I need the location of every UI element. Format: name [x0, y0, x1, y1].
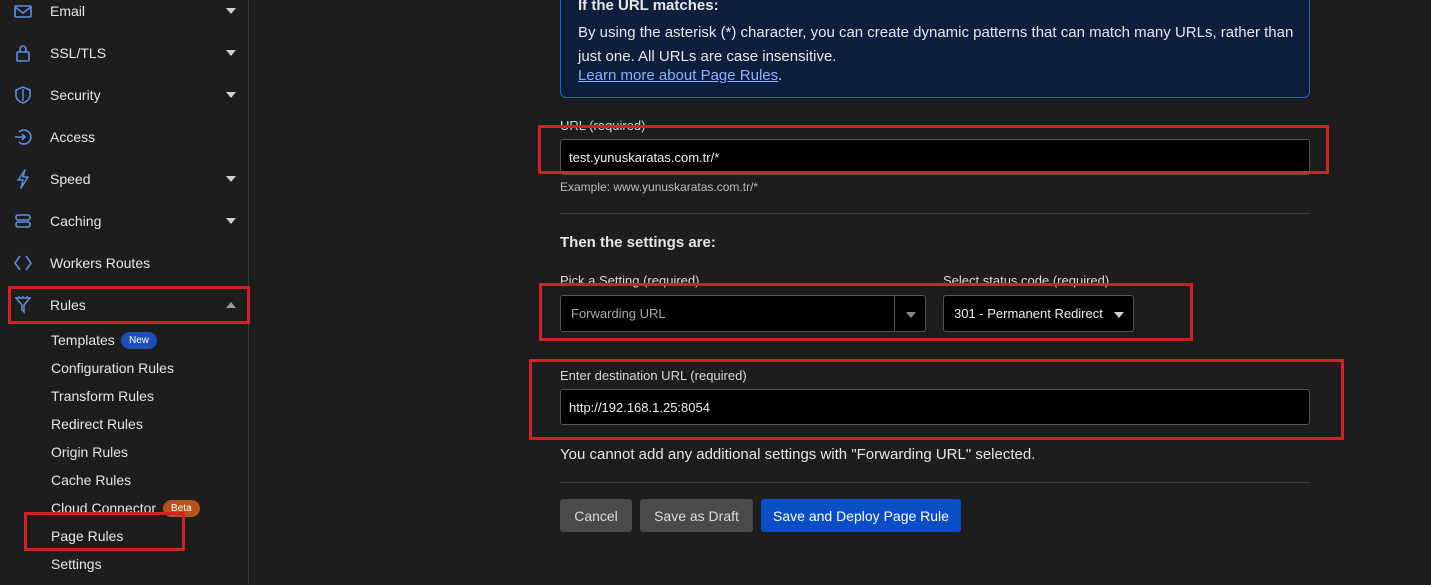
chevron-down-icon: [906, 312, 916, 318]
sidebar-subitem-redirect-rules[interactable]: Redirect Rules: [51, 414, 143, 434]
sidebar: Email SSL/TLS Security Access Speed Cach…: [0, 0, 249, 585]
email-icon: [12, 0, 34, 22]
sidebar-subitem-cache-rules[interactable]: Cache Rules: [51, 470, 131, 490]
destination-label: Enter destination URL (required): [560, 368, 747, 383]
info-title: If the URL matches:: [578, 0, 719, 14]
sidebar-subitem-configuration-rules[interactable]: Configuration Rules: [51, 358, 174, 378]
access-icon: [12, 126, 34, 148]
lightning-icon: [12, 168, 34, 190]
sidebar-subitem-label: Page Rules: [51, 528, 124, 544]
chevron-down-icon: [226, 176, 236, 182]
sidebar-item-label: Access: [50, 129, 96, 145]
sidebar-item-label: Speed: [50, 171, 91, 187]
sidebar-subitem-label: Redirect Rules: [51, 416, 143, 432]
database-icon: [12, 210, 34, 232]
status-label: Select status code (required): [943, 273, 1110, 288]
sidebar-subitem-templates[interactable]: Templates: [51, 330, 115, 350]
settings-title: Then the settings are:: [560, 234, 716, 251]
sidebar-item-email[interactable]: Email: [0, 0, 249, 27]
select-separator: [894, 296, 895, 331]
workers-icon: [12, 252, 34, 274]
url-example: Example: www.yunuskaratas.com.tr/*: [560, 180, 759, 194]
sidebar-subitem-label: Transform Rules: [51, 388, 154, 404]
sidebar-subitem-transform-rules[interactable]: Transform Rules: [51, 386, 154, 406]
sidebar-subitem-page-rules[interactable]: Page Rules: [51, 526, 123, 546]
sidebar-item-label: Security: [50, 87, 101, 103]
sidebar-item-caching[interactable]: Caching: [0, 205, 249, 237]
setting-select-value: Forwarding URL: [571, 306, 666, 321]
sidebar-subitem-label: Origin Rules: [51, 444, 129, 460]
sidebar-item-access[interactable]: Access: [0, 121, 249, 153]
new-badge: New: [121, 332, 158, 349]
destination-url-input[interactable]: [560, 389, 1310, 425]
sidebar-item-label: Caching: [50, 213, 102, 229]
link-suffix: .: [778, 67, 783, 84]
learn-more-link[interactable]: Learn more about Page Rules: [578, 67, 778, 84]
save-draft-button[interactable]: Save as Draft: [640, 499, 753, 532]
sidebar-item-rules[interactable]: Rules: [0, 289, 249, 321]
save-deploy-button[interactable]: Save and Deploy Page Rule: [761, 499, 961, 532]
divider: [560, 482, 1310, 483]
sidebar-item-ssl[interactable]: SSL/TLS: [0, 37, 249, 69]
sidebar-item-label: Rules: [50, 297, 86, 313]
status-select-value: 301 - Permanent Redirect: [954, 306, 1103, 321]
shield-icon: [12, 84, 34, 106]
info-text: By using the asterisk (*) character, you…: [578, 24, 1294, 65]
chevron-down-icon: [226, 50, 236, 56]
sidebar-item-workers-routes[interactable]: Workers Routes: [0, 247, 249, 279]
lock-icon: [12, 42, 34, 64]
sidebar-subitem-label: Cloud Connector: [51, 500, 157, 516]
sidebar-item-security[interactable]: Security: [0, 79, 249, 111]
divider: [560, 213, 1310, 214]
sidebar-subitem-origin-rules[interactable]: Origin Rules: [51, 442, 128, 462]
sidebar-subitem-label: Templates: [51, 332, 115, 348]
status-code-select[interactable]: 301 - Permanent Redirect: [943, 295, 1134, 332]
chevron-down-icon: [226, 8, 236, 14]
chevron-down-icon: [226, 92, 236, 98]
sidebar-item-speed[interactable]: Speed: [0, 163, 249, 195]
url-label: URL (required): [560, 118, 646, 133]
sidebar-subitem-label: Cache Rules: [51, 472, 132, 488]
beta-badge: Beta: [163, 500, 200, 517]
setting-label: Pick a Setting (required): [560, 273, 700, 288]
sidebar-subitem-settings[interactable]: Settings: [51, 554, 102, 574]
url-input[interactable]: [560, 139, 1310, 175]
sidebar-item-label: SSL/TLS: [50, 45, 107, 61]
sidebar-item-label: Email: [50, 3, 86, 19]
sidebar-subitem-cloud-connector[interactable]: Cloud Connector: [51, 498, 156, 518]
rules-funnel-icon: [12, 294, 34, 316]
setting-select[interactable]: Forwarding URL: [560, 295, 926, 332]
sidebar-item-label: Workers Routes: [50, 255, 151, 271]
forwarding-note: You cannot add any additional settings w…: [560, 446, 1036, 463]
chevron-down-icon: [226, 218, 236, 224]
sidebar-subitem-label: Configuration Rules: [51, 360, 174, 376]
chevron-down-icon: [1114, 312, 1124, 318]
sidebar-subitem-label: Settings: [51, 556, 102, 572]
chevron-up-icon: [226, 302, 236, 308]
cancel-button[interactable]: Cancel: [560, 499, 632, 532]
info-callout: If the URL matches: By using the asteris…: [560, 0, 1310, 98]
